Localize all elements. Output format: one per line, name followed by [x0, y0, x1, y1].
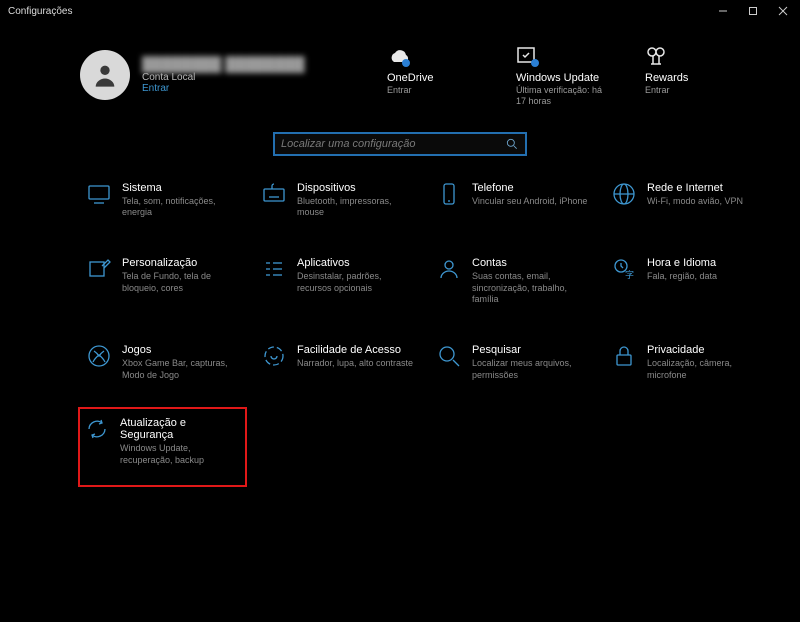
- lock-icon: [611, 344, 637, 370]
- category-sub: Bluetooth, impressoras, mouse: [297, 196, 414, 219]
- status-sub: Última verificação: há 17 horas: [516, 85, 611, 108]
- search-input[interactable]: [281, 138, 505, 150]
- avatar: [80, 50, 130, 100]
- category-sub: Narrador, lupa, alto contraste: [297, 358, 413, 370]
- globe-icon: [611, 182, 637, 208]
- minimize-button[interactable]: [708, 0, 738, 22]
- category-sub: Windows Update, recuperação, backup: [120, 443, 241, 466]
- category-phone[interactable]: Telefone Vincular seu Android, iPhone: [430, 176, 595, 225]
- category-sub: Suas contas, email, sincronização, traba…: [472, 271, 589, 306]
- category-sub: Tela, som, notificações, energia: [122, 196, 239, 219]
- category-update[interactable]: Atualização e SegurançaWindows Update, r…: [78, 407, 247, 486]
- category-title: Hora e Idioma: [647, 257, 717, 269]
- keyboard-icon: [261, 182, 287, 208]
- category-title: Telefone: [472, 182, 587, 194]
- category-title: Atualização e Segurança: [120, 417, 241, 441]
- category-title: Jogos: [122, 344, 239, 356]
- status-sub: Entrar: [645, 85, 740, 96]
- maximize-button[interactable]: [738, 0, 768, 22]
- category-network[interactable]: Rede e Internet Wi-Fi, modo avião, VPN: [605, 176, 770, 225]
- sync-icon: [84, 417, 110, 443]
- status-sub: Entrar: [387, 85, 482, 96]
- update-icon: [516, 42, 611, 68]
- status-title: Windows Update: [516, 72, 611, 84]
- search-wrap: [0, 132, 800, 156]
- xbox-icon: [86, 344, 112, 370]
- status-update[interactable]: Windows Update Última verificação: há 17…: [516, 42, 611, 108]
- pen-icon: [86, 257, 112, 283]
- window-title: Configurações: [8, 6, 72, 17]
- category-title: Rede e Internet: [647, 182, 743, 194]
- status-section: OneDrive Entrar Windows Update Última ve…: [387, 42, 740, 108]
- header: ████████ ████████ Conta Local Entrar One…: [0, 22, 800, 118]
- category-title: Facilidade de Acesso: [297, 344, 413, 356]
- rewards-icon: [645, 42, 740, 68]
- category-sub: Fala, região, data: [647, 271, 717, 283]
- search-box[interactable]: [273, 132, 527, 156]
- category-title: Contas: [472, 257, 589, 269]
- category-sub: Localização, câmera, microfone: [647, 358, 764, 381]
- user-name: ████████ ████████: [142, 56, 305, 72]
- category-sub: Desinstalar, padrões, recursos opcionais: [297, 271, 414, 294]
- cloud-icon: [387, 42, 482, 68]
- close-button[interactable]: [768, 0, 798, 22]
- person-icon: [436, 257, 462, 283]
- monitor-icon: [86, 182, 112, 208]
- category-accounts[interactable]: Contas Suas contas, email, sincronização,…: [430, 251, 595, 312]
- category-privacy[interactable]: Privacidade Localização, câmera, microfon…: [605, 338, 770, 387]
- user-section[interactable]: ████████ ████████ Conta Local Entrar: [80, 42, 305, 108]
- category-title: Sistema: [122, 182, 239, 194]
- user-info: ████████ ████████ Conta Local Entrar: [142, 56, 305, 94]
- category-devices[interactable]: Dispositivos Bluetooth, impressoras, mous…: [255, 176, 420, 225]
- svg-text:字: 字: [625, 269, 634, 280]
- category-title: Personalização: [122, 257, 239, 269]
- category-system[interactable]: Sistema Tela, som, notificações, energia: [80, 176, 245, 225]
- status-rewards[interactable]: Rewards Entrar: [645, 42, 740, 108]
- status-title: Rewards: [645, 72, 740, 84]
- search-icon: [505, 137, 519, 151]
- window-controls: [708, 0, 798, 22]
- clock-language-icon: 字: [611, 257, 637, 283]
- apps-icon: [261, 257, 287, 283]
- category-title: Dispositivos: [297, 182, 414, 194]
- category-sub: Wi-Fi, modo avião, VPN: [647, 196, 743, 208]
- category-ease[interactable]: Facilidade de Acesso Narrador, lupa, alto…: [255, 338, 420, 387]
- category-sub: Xbox Game Bar, capturas, Modo de Jogo: [122, 358, 239, 381]
- category-sub: Localizar meus arquivos, permissões: [472, 358, 589, 381]
- search-icon: [436, 344, 462, 370]
- person-icon: [91, 61, 119, 89]
- category-personalization[interactable]: Personalização Tela de Fundo, tela de blo…: [80, 251, 245, 312]
- category-title: Aplicativos: [297, 257, 414, 269]
- phone-icon: [436, 182, 462, 208]
- category-title: Privacidade: [647, 344, 764, 356]
- category-sub: Tela de Fundo, tela de bloqueio, cores: [122, 271, 239, 294]
- signin-link[interactable]: Entrar: [142, 83, 305, 94]
- category-search[interactable]: Pesquisar Localizar meus arquivos, permis…: [430, 338, 595, 387]
- category-grid: SistemaTela, som, notificações, energia …: [0, 176, 800, 481]
- category-title: Pesquisar: [472, 344, 589, 356]
- status-title: OneDrive: [387, 72, 482, 84]
- status-onedrive[interactable]: OneDrive Entrar: [387, 42, 482, 108]
- account-type: Conta Local: [142, 72, 305, 83]
- category-apps[interactable]: Aplicativos Desinstalar, padrões, recurso…: [255, 251, 420, 312]
- category-sub: Vincular seu Android, iPhone: [472, 196, 587, 208]
- titlebar: Configurações: [0, 0, 800, 22]
- category-gaming[interactable]: Jogos Xbox Game Bar, capturas, Modo de Jo…: [80, 338, 245, 387]
- ease-icon: [261, 344, 287, 370]
- category-time[interactable]: 字 Hora e Idioma Fala, região, data: [605, 251, 770, 312]
